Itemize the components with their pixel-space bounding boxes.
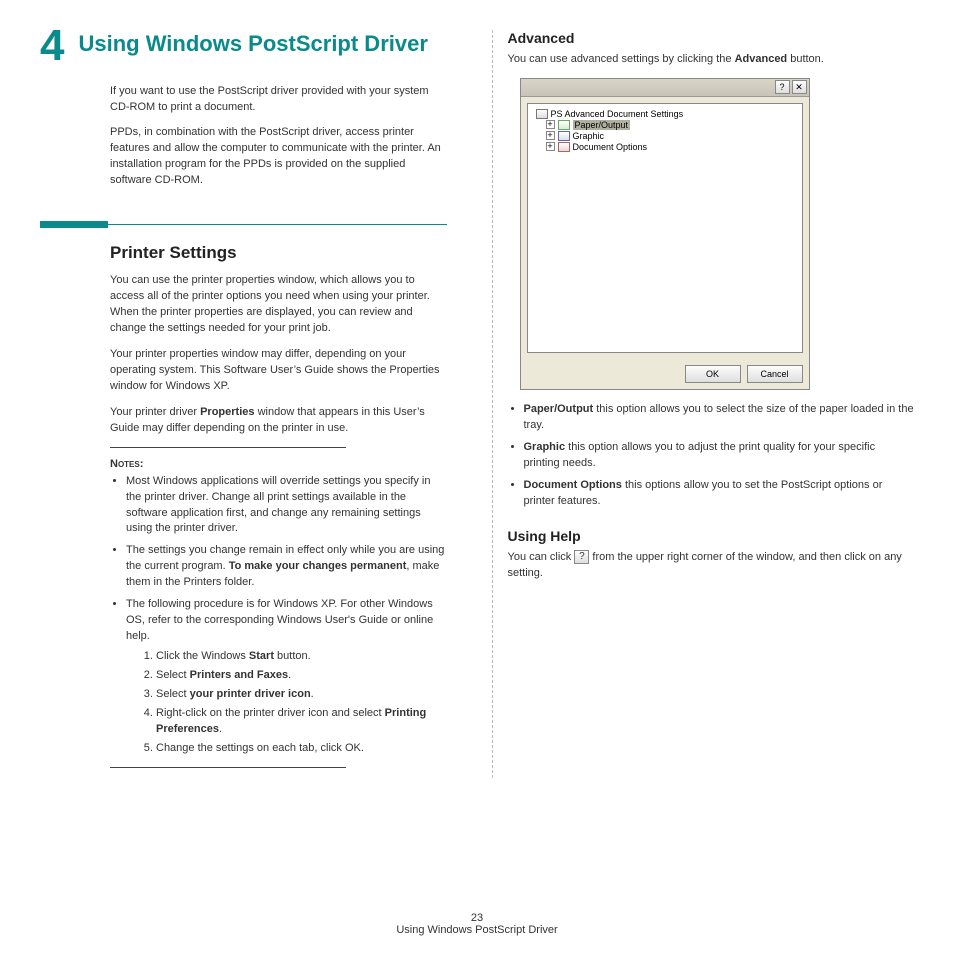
bold-text: your printer driver icon <box>190 688 311 700</box>
ok-button[interactable]: OK <box>685 365 741 383</box>
adv-bullet-3: Document Options this options allow you … <box>524 478 915 510</box>
notes-rule-top <box>110 447 346 448</box>
printer-settings-heading: Printer Settings <box>110 243 447 263</box>
intro-para-1: If you want to use the PostScript driver… <box>110 84 447 116</box>
steps-list: Click the Windows Start button. Select P… <box>138 649 447 757</box>
bold-text: Paper/Output <box>524 403 594 415</box>
cancel-button[interactable]: Cancel <box>747 365 803 383</box>
text: You can click <box>508 551 575 563</box>
step-1: Click the Windows Start button. <box>156 649 447 665</box>
text: button. <box>274 650 311 662</box>
bold-text: Document Options <box>524 479 622 491</box>
document-icon <box>536 109 548 119</box>
tree-label: Graphic <box>573 131 605 141</box>
tree-node-document-options[interactable]: + Document Options <box>532 142 798 152</box>
tree-root[interactable]: PS Advanced Document Settings <box>532 109 798 119</box>
tree-label: PS Advanced Document Settings <box>551 109 684 119</box>
text: Select <box>156 688 190 700</box>
notes-rule-bottom <box>110 767 346 768</box>
intro-para-2: PPDs, in combination with the PostScript… <box>110 125 447 189</box>
text: button. <box>787 53 824 65</box>
text: The following procedure is for Windows X… <box>126 598 433 642</box>
expand-icon[interactable]: + <box>546 120 555 129</box>
text: You can use advanced settings by clickin… <box>508 53 735 65</box>
advanced-heading: Advanced <box>508 30 915 46</box>
options-icon <box>558 142 570 152</box>
ps-para-1: You can use the printer properties windo… <box>110 273 447 337</box>
text: this option allows you to adjust the pri… <box>524 441 876 469</box>
ps-para-3: Your printer driver Properties window th… <box>110 405 447 437</box>
notes-list: Most Windows applications will override … <box>110 474 447 757</box>
bold-text: Advanced <box>735 53 788 65</box>
graphic-icon <box>558 131 570 141</box>
step-2: Select Printers and Faxes. <box>156 668 447 684</box>
page-number: 23 <box>0 912 954 924</box>
tree-node-paper-output[interactable]: + Paper/Output <box>532 120 798 130</box>
dialog-buttons: OK Cancel <box>521 359 809 389</box>
paper-icon <box>558 120 570 130</box>
running-title: Using Windows PostScript Driver <box>0 924 954 936</box>
advanced-intro: You can use advanced settings by clickin… <box>508 52 915 68</box>
tree-node-graphic[interactable]: + Graphic <box>532 131 798 141</box>
advanced-dialog: ? ✕ PS Advanced Document Settings + Pape… <box>520 78 810 390</box>
tree-label: Paper/Output <box>573 120 631 130</box>
using-help-heading: Using Help <box>508 528 915 544</box>
text: . <box>288 669 291 681</box>
note-item-2: The settings you change remain in effect… <box>126 543 447 591</box>
settings-tree[interactable]: PS Advanced Document Settings + Paper/Ou… <box>527 103 803 353</box>
step-5: Change the settings on each tab, click O… <box>156 741 447 757</box>
tree-label: Document Options <box>573 142 648 152</box>
text: Your printer driver <box>110 406 200 418</box>
help-icon[interactable]: ? <box>574 550 589 564</box>
dialog-titlebar: ? ✕ <box>521 79 809 97</box>
chapter-title: Using Windows PostScript Driver <box>78 30 427 59</box>
step-4: Right-click on the printer driver icon a… <box>156 706 447 738</box>
expand-icon[interactable]: + <box>546 142 555 151</box>
text: . <box>311 688 314 700</box>
chapter-header: 4 Using Windows PostScript Driver <box>40 30 447 66</box>
bold-text: To make your changes permanent <box>229 560 407 572</box>
text: Click the Windows <box>156 650 249 662</box>
step-3: Select your printer driver icon. <box>156 687 447 703</box>
bold-text: Start <box>249 650 274 662</box>
bold-text: Properties <box>200 406 254 418</box>
advanced-bullets: Paper/Output this option allows you to s… <box>508 402 915 510</box>
text: . <box>219 723 222 735</box>
bold-text: Printers and Faxes <box>190 669 288 681</box>
text: Select <box>156 669 190 681</box>
chapter-number: 4 <box>40 26 64 66</box>
note-item-1: Most Windows applications will override … <box>126 474 447 538</box>
note-item-3: The following procedure is for Windows X… <box>126 597 447 756</box>
help-icon[interactable]: ? <box>775 80 790 94</box>
adv-bullet-2: Graphic this option allows you to adjust… <box>524 440 915 472</box>
notes-label: Notes: <box>110 458 447 470</box>
expand-icon[interactable]: + <box>546 131 555 140</box>
adv-bullet-1: Paper/Output this option allows you to s… <box>524 402 915 434</box>
ps-para-2: Your printer properties window may diffe… <box>110 347 447 395</box>
page-footer: 23 Using Windows PostScript Driver <box>0 912 954 936</box>
section-rule <box>40 224 447 225</box>
text: Right-click on the printer driver icon a… <box>156 707 385 719</box>
bold-text: Graphic <box>524 441 566 453</box>
close-icon[interactable]: ✕ <box>792 80 807 94</box>
using-help-para: You can click ? from the upper right cor… <box>508 550 915 582</box>
